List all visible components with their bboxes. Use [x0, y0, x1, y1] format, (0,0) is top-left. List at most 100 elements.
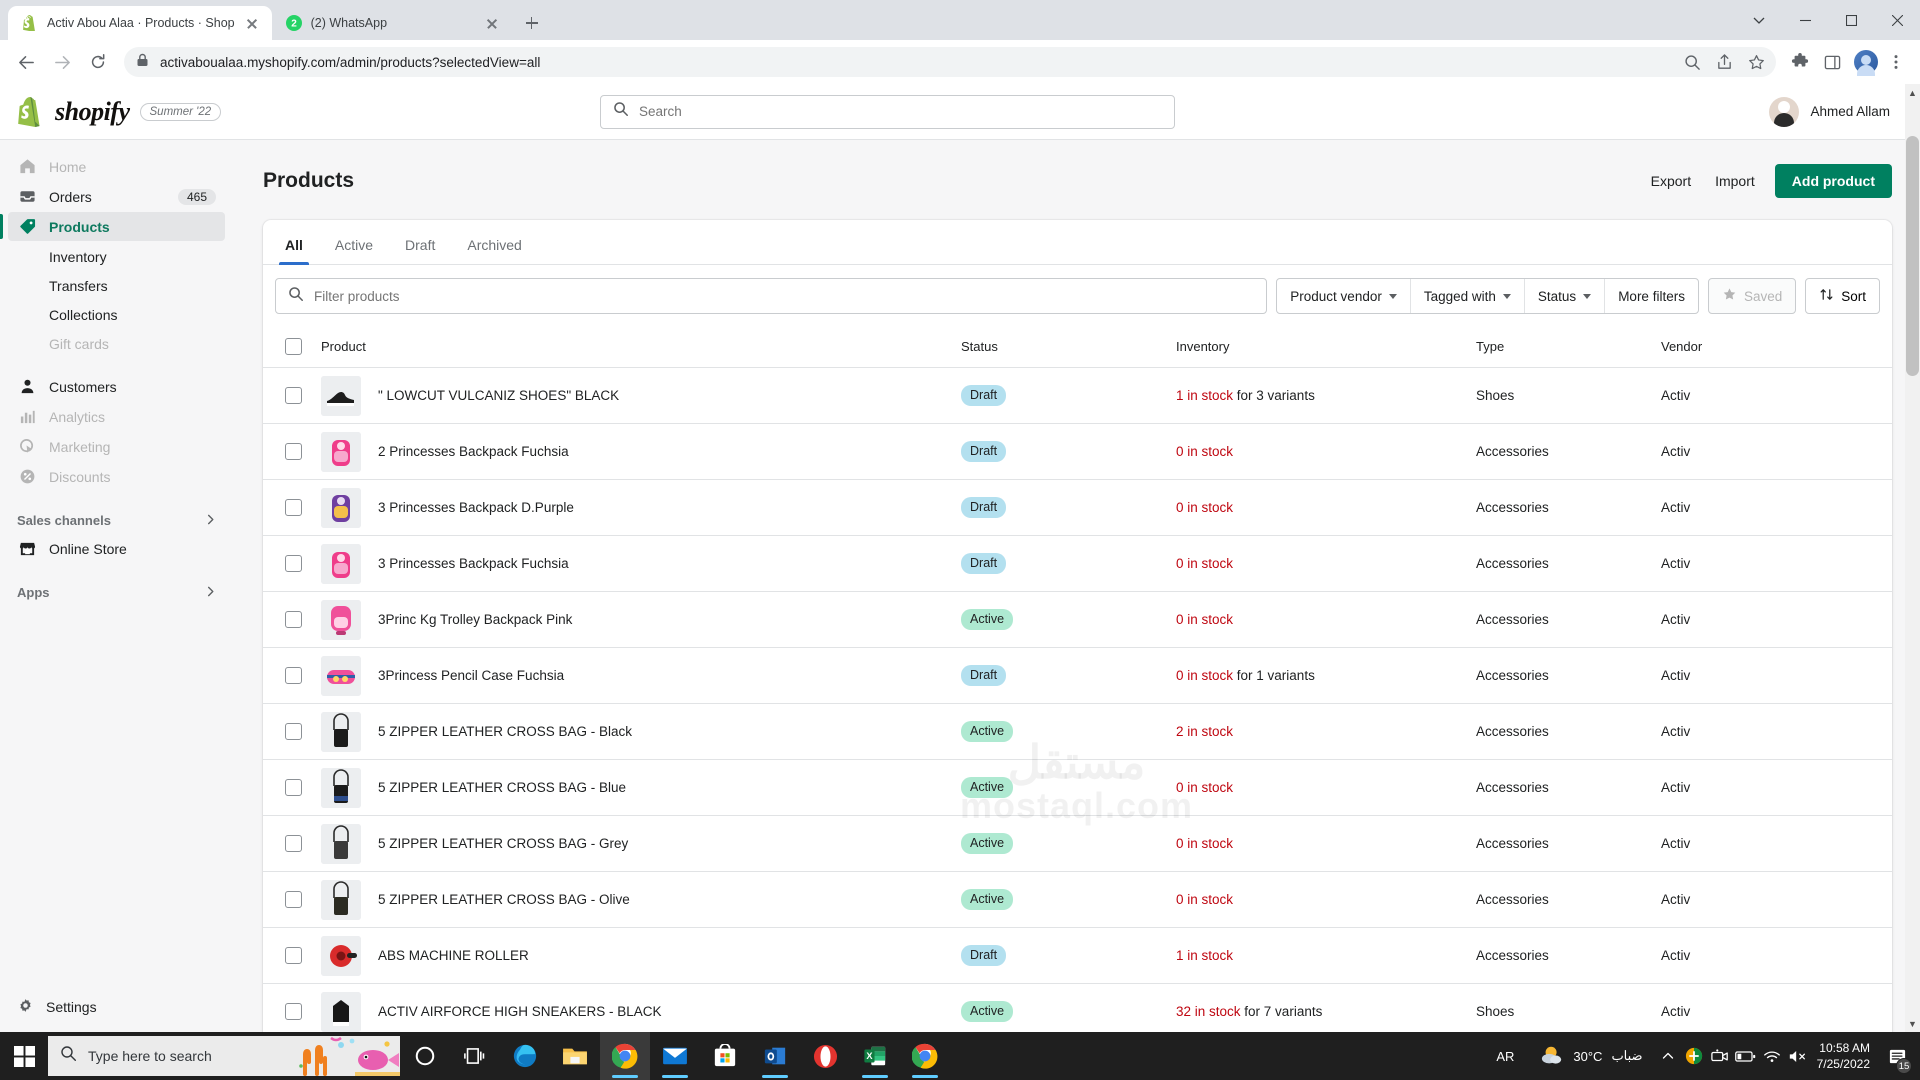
product-name[interactable]: 5 ZIPPER LEATHER CROSS BAG - Blue: [378, 780, 626, 795]
sidebar-item-transfers[interactable]: Transfers: [8, 271, 225, 300]
row-checkbox[interactable]: [285, 723, 302, 740]
tagged-with-filter[interactable]: Tagged with: [1411, 279, 1525, 313]
product-name[interactable]: 3 Princesses Backpack Fuchsia: [378, 556, 569, 571]
minimize-icon[interactable]: [1782, 4, 1828, 36]
chrome-icon[interactable]: [600, 1032, 650, 1080]
select-all-checkbox[interactable]: [285, 338, 302, 355]
bookmark-star-icon[interactable]: [1742, 48, 1770, 76]
import-button[interactable]: Import: [1711, 166, 1759, 196]
product-name[interactable]: " LOWCUT VULCANIZ SHOES" BLACK: [378, 388, 619, 403]
sidebar-item-analytics[interactable]: Analytics: [8, 402, 225, 431]
global-search[interactable]: [600, 94, 1175, 129]
cortana-icon[interactable]: [400, 1032, 450, 1080]
table-row[interactable]: 5 ZIPPER LEATHER CROSS BAG - Grey Active 0…: [263, 815, 1892, 872]
extensions-icon[interactable]: [1786, 48, 1814, 76]
mail-icon[interactable]: [650, 1032, 700, 1080]
file-explorer-icon[interactable]: [550, 1032, 600, 1080]
scrollbar-thumb[interactable]: [1906, 136, 1919, 376]
taskbar-search[interactable]: Type here to search: [48, 1036, 400, 1076]
microsoft-store-icon[interactable]: [700, 1032, 750, 1080]
vertical-scrollbar[interactable]: ▲ ▼: [1905, 84, 1920, 1032]
table-row[interactable]: " LOWCUT VULCANIZ SHOES" BLACK Draft 1 in …: [263, 367, 1892, 424]
new-tab-button[interactable]: [518, 9, 546, 37]
shopify-logo[interactable]: shopify Summer '22: [18, 96, 228, 127]
start-button[interactable]: [0, 1032, 48, 1080]
wifi-icon[interactable]: [1759, 1032, 1785, 1080]
sidebar-item-discounts[interactable]: Discounts: [8, 462, 225, 491]
taskbar-clock[interactable]: 10:58 AM 7/25/2022: [1811, 1040, 1880, 1072]
opera-icon[interactable]: [800, 1032, 850, 1080]
close-icon[interactable]: [244, 15, 260, 31]
product-name[interactable]: ACTIV AIRFORCE HIGH SNEAKERS - BLACK: [378, 1004, 662, 1019]
row-checkbox[interactable]: [285, 947, 302, 964]
security-shield-icon[interactable]: [1681, 1032, 1707, 1080]
row-checkbox[interactable]: [285, 387, 302, 404]
add-product-button[interactable]: Add product: [1774, 164, 1892, 198]
row-checkbox[interactable]: [285, 1003, 302, 1020]
row-checkbox[interactable]: [285, 835, 302, 852]
tab-all[interactable]: All: [271, 228, 317, 265]
outlook-icon[interactable]: [750, 1032, 800, 1080]
sort-button[interactable]: Sort: [1805, 278, 1880, 314]
camera-icon[interactable]: [1707, 1032, 1733, 1080]
sidebar-item-inventory[interactable]: Inventory: [8, 242, 225, 271]
table-row[interactable]: 3Princ Kg Trolley Backpack Pink Active 0 i…: [263, 591, 1892, 648]
table-row[interactable]: ACTIV AIRFORCE HIGH SNEAKERS - BLACK Acti…: [263, 983, 1892, 1032]
row-checkbox[interactable]: [285, 443, 302, 460]
close-icon[interactable]: [484, 15, 500, 31]
tab-active[interactable]: Active: [321, 228, 387, 264]
filter-products-search[interactable]: [275, 278, 1268, 314]
sidepanel-icon[interactable]: [1818, 48, 1846, 76]
table-row[interactable]: 5 ZIPPER LEATHER CROSS BAG - Black Active…: [263, 703, 1892, 760]
sidebar-item-home[interactable]: Home: [8, 152, 225, 181]
table-row[interactable]: ABS MACHINE ROLLER Draft 1 in stock Accesso…: [263, 927, 1892, 984]
product-name[interactable]: 3Princ Kg Trolley Backpack Pink: [378, 612, 572, 627]
product-name[interactable]: 5 ZIPPER LEATHER CROSS BAG - Grey: [378, 836, 628, 851]
product-vendor-filter[interactable]: Product vendor: [1277, 279, 1411, 313]
row-checkbox[interactable]: [285, 891, 302, 908]
sidebar-item-settings[interactable]: Settings: [8, 992, 225, 1022]
product-name[interactable]: 2 Princesses Backpack Fuchsia: [378, 444, 569, 459]
sidebar-item-marketing[interactable]: Marketing: [8, 432, 225, 461]
address-bar[interactable]: activaboualaa.myshopify.com/admin/produc…: [124, 47, 1776, 77]
product-name[interactable]: 3 Princesses Backpack D.Purple: [378, 500, 574, 515]
search-input[interactable]: [639, 104, 1162, 119]
product-name[interactable]: ABS MACHINE ROLLER: [378, 948, 529, 963]
edge-icon[interactable]: [500, 1032, 550, 1080]
scroll-up-arrow[interactable]: ▲: [1905, 84, 1920, 101]
close-icon[interactable]: [1874, 4, 1920, 36]
table-row[interactable]: 3 Princesses Backpack D.Purple Draft 0 in …: [263, 479, 1892, 536]
sidebar-item-gift-cards[interactable]: Gift cards: [8, 329, 225, 358]
row-checkbox[interactable]: [285, 555, 302, 572]
filter-products-input[interactable]: [314, 288, 1255, 304]
language-indicator[interactable]: AR: [1482, 1049, 1528, 1064]
weather-widget[interactable]: 30°C ضباب: [1528, 1044, 1654, 1069]
search-icon[interactable]: [1678, 48, 1706, 76]
browser-tab-shopify[interactable]: Activ Abou Alaa · Products · Shop: [8, 6, 272, 40]
row-checkbox[interactable]: [285, 611, 302, 628]
excel-icon[interactable]: X: [850, 1032, 900, 1080]
volume-muted-icon[interactable]: [1785, 1032, 1811, 1080]
chevron-down-icon[interactable]: [1736, 4, 1782, 36]
sidebar-item-online-store[interactable]: Online Store: [8, 534, 225, 563]
sidebar-item-collections[interactable]: Collections: [8, 300, 225, 329]
export-button[interactable]: Export: [1647, 166, 1695, 196]
more-filters-button[interactable]: More filters: [1605, 279, 1698, 313]
apps-group[interactable]: Apps: [8, 578, 225, 606]
forward-icon[interactable]: [46, 46, 78, 78]
tab-draft[interactable]: Draft: [391, 228, 449, 264]
row-checkbox[interactable]: [285, 667, 302, 684]
status-filter[interactable]: Status: [1525, 279, 1606, 313]
task-view-icon[interactable]: [450, 1032, 500, 1080]
show-hidden-icons-chevron-up-icon[interactable]: [1655, 1032, 1681, 1080]
chrome-menu-icon[interactable]: [1882, 48, 1910, 76]
scroll-down-arrow[interactable]: ▼: [1905, 1015, 1920, 1032]
product-name[interactable]: 5 ZIPPER LEATHER CROSS BAG - Black: [378, 724, 632, 739]
sidebar-item-products[interactable]: Products: [0, 212, 225, 241]
maximize-icon[interactable]: [1828, 4, 1874, 36]
avatar[interactable]: [1854, 50, 1878, 76]
notification-center-button[interactable]: 15: [1880, 1032, 1914, 1080]
table-row[interactable]: 3 Princesses Backpack Fuchsia Draft 0 in s…: [263, 535, 1892, 592]
row-checkbox[interactable]: [285, 779, 302, 796]
user-menu[interactable]: Ahmed Allam: [1769, 96, 1890, 127]
